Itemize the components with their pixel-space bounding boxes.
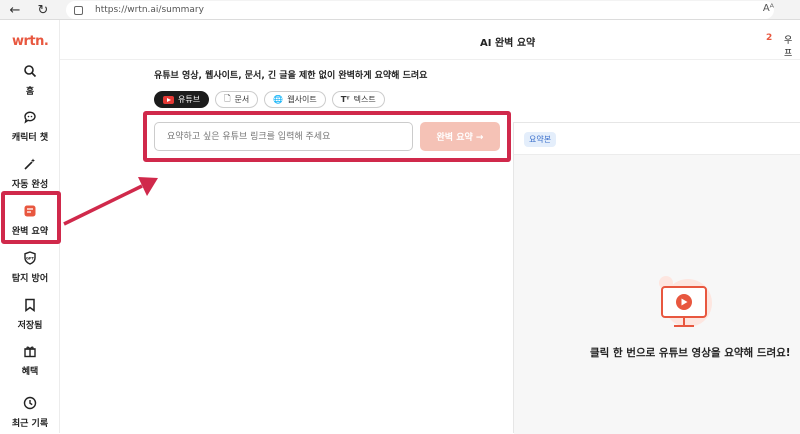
refresh-icon[interactable]: ↻ <box>34 1 52 19</box>
search-icon <box>24 65 37 78</box>
sidebar-item-label: 최근 기록 <box>11 419 49 429</box>
gift-icon <box>24 346 36 358</box>
magic-wand-icon <box>24 158 35 170</box>
lock-icon <box>74 5 83 15</box>
globe-icon: 🌐 <box>273 95 284 104</box>
sidebar-item-label: 캐릭터 챗 <box>11 133 49 143</box>
credit-count-badge[interactable]: 2 <box>766 33 772 43</box>
url-text: https://wrtn.ai/summary <box>95 5 204 15</box>
text-icon: Tᵀ <box>340 95 350 104</box>
summary-badge: 요약본 <box>524 132 557 147</box>
tab-youtube[interactable]: 유튜브 <box>154 91 210 108</box>
tab-document[interactable]: 🗋 문서 <box>215 91 259 108</box>
sidebar-item-recent[interactable]: 최근 기록 <box>0 396 60 429</box>
highlight-box-input-row <box>143 111 511 162</box>
sidebar-item-saved[interactable]: 저장됨 <box>0 298 60 331</box>
youtube-icon <box>163 95 174 104</box>
panel-header: 요약본 <box>514 123 800 155</box>
document-icon: 🗋 <box>224 93 231 103</box>
sidebar-item-label: 혜택 <box>21 367 39 377</box>
annotation-arrow-icon <box>63 177 158 226</box>
shield-gpt-icon: GPT <box>24 251 36 265</box>
panel-empty-state: 클릭 한 번으로 유튜브 영상을 요약해 드려요! <box>514 155 800 434</box>
back-arrow-icon[interactable]: ← <box>6 1 24 19</box>
tab-label: 문서 <box>234 95 250 104</box>
summary-result-panel: 요약본 클릭 한 번으로 유튜브 영상을 요약해 드려요! <box>513 122 800 434</box>
source-tabs: 유튜브 🗋 문서 🌐 웹사이트 Tᵀ 텍스트 <box>154 91 385 108</box>
tab-text[interactable]: Tᵀ 텍스트 <box>331 91 385 108</box>
highlight-box-sidebar-summary <box>1 191 61 244</box>
clock-icon <box>23 396 37 410</box>
tab-label: 웹사이트 <box>287 95 317 104</box>
sidebar-item-benefits[interactable]: 혜택 <box>0 344 60 377</box>
sidebar-item-detection-defense[interactable]: GPT 탐지 방어 <box>0 251 60 284</box>
sidebar-item-label: 홈 <box>25 87 35 97</box>
empty-state-message: 클릭 한 번으로 유튜브 영상을 요약해 드려요! <box>590 347 791 359</box>
chat-bubble-icon <box>24 111 36 124</box>
tab-website[interactable]: 🌐 웹사이트 <box>264 91 326 108</box>
tab-label: 유튜브 <box>178 95 201 104</box>
sidebar-item-label: 저장됨 <box>17 321 43 331</box>
page-title: AI 완벽 요약 <box>480 38 536 49</box>
bookmark-icon <box>25 298 35 312</box>
sidebar-item-label: 자동 완성 <box>11 180 49 190</box>
browser-toolbar: ← ↻ https://wrtn.ai/summary Aᴬ <box>0 0 800 20</box>
page-subtitle: 유튜브 영상, 웹사이트, 문서, 긴 글을 제한 없이 완벽하게 요약해 드려… <box>154 71 428 81</box>
sidebar-item-home[interactable]: 홈 <box>0 64 60 97</box>
credit-label[interactable]: 우프 <box>784 33 800 59</box>
sidebar-item-label: 탐지 방어 <box>11 274 49 284</box>
sidebar-item-character-chat[interactable]: 캐릭터 챗 <box>0 110 60 143</box>
tab-label: 텍스트 <box>353 95 376 104</box>
wrtn-logo[interactable]: wrtn. <box>12 34 49 49</box>
sidebar-item-autocomplete[interactable]: 자동 완성 <box>0 157 60 190</box>
svg-text:GPT: GPT <box>26 257 35 261</box>
address-bar[interactable]: https://wrtn.ai/summary <box>66 1 774 19</box>
page-header: AI 완벽 요약 2 우프 <box>60 20 800 60</box>
video-monitor-icon <box>659 276 712 327</box>
reader-mode-icon[interactable]: Aᴬ <box>763 3 774 14</box>
